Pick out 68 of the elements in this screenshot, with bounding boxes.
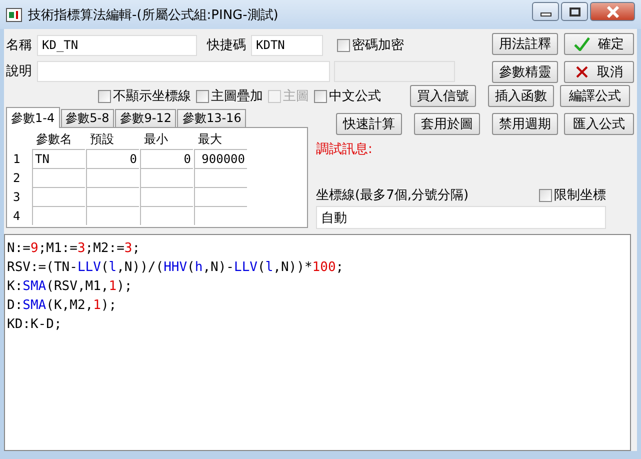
code-line: RSV:=(TN-LLV(l,N))/(HHV(h,N)-LLV(l,N))*100;	[7, 259, 344, 277]
table-cell[interactable]	[140, 168, 193, 187]
table-cell[interactable]	[194, 187, 247, 206]
table-cell[interactable]	[86, 168, 139, 187]
maximize-icon	[568, 6, 580, 16]
column-header: 最小	[143, 131, 169, 148]
cancel-button[interactable]: 取消	[564, 60, 634, 82]
option-checkbox[interactable]: 不顯示坐標線	[98, 87, 191, 105]
table-cell[interactable]	[140, 206, 193, 225]
action-button[interactable]: 快速計算	[336, 113, 402, 135]
table-cell[interactable]	[194, 206, 247, 225]
table-cell[interactable]	[140, 187, 193, 206]
action-button[interactable]: 參數精靈	[492, 60, 558, 82]
ok-button[interactable]: 確定	[564, 33, 634, 55]
close-button[interactable]	[590, 2, 635, 21]
code-line: D:SMA(K,M2,1);	[7, 297, 117, 315]
app-icon	[6, 8, 22, 22]
column-header: 參數名	[35, 131, 73, 148]
name-field[interactable]: KD_TN	[37, 34, 197, 56]
code-editor[interactable]: N:=9;M1:=3;M2:=3; RSV:=(TN-LLV(l,N))/(HHV(h,N)-LLV(l,N))*100; K:SMA(RSV,M1,1); D:SMA(K,M2,1); KD:K-D;	[4, 234, 631, 451]
action-button[interactable]: 禁用週期	[492, 113, 558, 135]
row-number: 1	[12, 152, 22, 166]
code-line: KD:K-D;	[7, 316, 62, 334]
axis-lines-label: 坐標線(最多7個,分號分隔)	[316, 187, 469, 204]
tab[interactable]: 參數5-8	[60, 109, 114, 127]
maximize-button[interactable]	[561, 2, 588, 21]
password-checkbox[interactable]: 密碼加密	[337, 36, 404, 54]
code-line: N:=9;M1:=3;M2:=3;	[7, 240, 140, 258]
row-number: 3	[12, 190, 22, 204]
tab[interactable]: 參數1-4	[6, 107, 60, 128]
option-checkbox[interactable]: 主圖疊加	[196, 87, 263, 105]
shortcut-field[interactable]: KDTN	[251, 34, 323, 56]
row-number: 2	[12, 170, 22, 184]
axis-lines-field[interactable]: 自動	[316, 206, 606, 229]
check-icon	[574, 37, 590, 51]
action-button[interactable]: 套用於圖	[414, 113, 480, 135]
table-cell[interactable]	[86, 187, 139, 206]
table-cell[interactable]	[32, 168, 85, 187]
row-number: 4	[12, 208, 22, 222]
action-button[interactable]: 匯入公式	[564, 113, 634, 135]
table-cell[interactable]	[32, 206, 85, 225]
tab[interactable]: 參數13-16	[177, 109, 246, 127]
option-checkbox[interactable]: 中文公式	[314, 87, 381, 105]
action-button[interactable]: 插入函數	[488, 85, 554, 107]
minimize-button[interactable]	[532, 2, 559, 21]
action-button[interactable]: 買入信號	[410, 85, 476, 107]
code-line: K:SMA(RSV,M1,1);	[7, 278, 132, 296]
description-field[interactable]	[37, 60, 330, 82]
action-button[interactable]: 編譯公式	[560, 85, 630, 107]
table-cell[interactable]: 900000	[194, 149, 247, 168]
debug-label: 調試訊息:	[316, 141, 372, 158]
description-label: 說明	[6, 63, 32, 80]
table-cell[interactable]	[194, 168, 247, 187]
action-button[interactable]: 用法註釋	[492, 33, 558, 55]
table-cell[interactable]: TN	[32, 149, 85, 168]
column-header: 預設	[89, 131, 115, 148]
shortcut-label: 快捷碼	[207, 37, 246, 54]
tab[interactable]: 參數9-12	[115, 109, 176, 127]
table-cell[interactable]	[32, 187, 85, 206]
name-label: 名稱	[6, 37, 32, 54]
column-header: 最大	[197, 131, 223, 148]
table-cell[interactable]: 0	[140, 149, 193, 168]
window-title: 技術指標算法編輯-(所屬公式組:PING-測試)	[28, 6, 280, 24]
limit-axis-checkbox[interactable]: 限制坐標	[539, 186, 606, 204]
close-icon	[606, 6, 620, 18]
table-cell[interactable]	[86, 206, 139, 225]
table-cell[interactable]: 0	[86, 149, 139, 168]
close-icon	[575, 64, 589, 78]
